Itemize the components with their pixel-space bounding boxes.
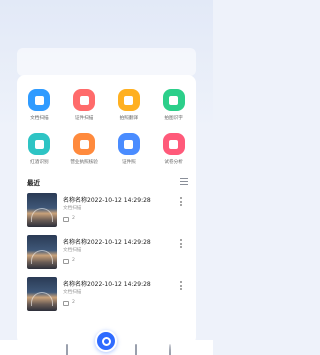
more-icon[interactable]	[180, 281, 182, 292]
tool-text-recognition[interactable]: 拍图识字	[151, 89, 196, 121]
folder-tab-icon[interactable]	[66, 344, 76, 355]
pages-icon	[63, 217, 69, 222]
recent-list: 名称名称2022-10-12 14:29:28 文档扫描 2 名称名称2022-…	[17, 191, 196, 317]
tool-label: 证件照	[121, 160, 136, 165]
tool-grid: 文档扫描 证件扫描 拍照翻译 拍图识字 红酒识别 营业执照核验 证件照 试卷分析	[17, 89, 196, 165]
page-count: 2	[72, 258, 75, 263]
tool-exam-analysis[interactable]: 试卷分析	[151, 133, 196, 165]
more-icon[interactable]	[180, 197, 182, 208]
tool-label: 证件扫描	[74, 116, 94, 121]
id-photo-icon	[117, 133, 140, 155]
document-scan-icon	[28, 89, 51, 111]
page-count: 2	[72, 300, 75, 305]
tool-label: 拍图识字	[164, 116, 183, 121]
text-recognition-icon	[162, 89, 185, 111]
page-count: 2	[72, 216, 75, 221]
document-name: 名称名称2022-10-12 14:29:28	[63, 197, 151, 204]
home-tab-icon[interactable]	[33, 345, 43, 355]
tool-label: 文档扫描	[30, 116, 49, 121]
recent-header: 最近	[27, 177, 188, 187]
document-name: 名称名称2022-10-12 14:29:28	[63, 239, 151, 246]
banner-card	[17, 48, 196, 76]
tool-label: 拍照翻译	[119, 116, 139, 121]
list-item[interactable]: 名称名称2022-10-12 14:29:28 文档扫描 2	[17, 233, 196, 275]
message-tab-icon[interactable]	[135, 344, 145, 355]
id-scan-icon	[73, 89, 96, 111]
list-item[interactable]: 名称名称2022-10-12 14:29:28 文档扫描 2	[17, 275, 196, 317]
tool-label: 试卷分析	[164, 160, 183, 165]
main-panel: 文档扫描 证件扫描 拍照翻译 拍图识字 红酒识别 营业执照核验 证件照 试卷分析…	[17, 75, 196, 345]
document-type: 文档扫描	[63, 248, 82, 253]
tool-id-scan[interactable]: 证件扫描	[62, 89, 107, 121]
tool-wine-recognition[interactable]: 红酒识别	[17, 133, 62, 165]
license-verify-icon	[73, 133, 96, 155]
tool-id-photo[interactable]: 证件照	[107, 133, 152, 165]
recent-title: 最近	[27, 179, 40, 187]
pages-icon	[63, 259, 69, 264]
camera-scan-button[interactable]	[95, 330, 117, 352]
exam-analysis-icon	[162, 133, 185, 155]
more-icon[interactable]	[180, 239, 182, 250]
tool-license-verify[interactable]: 营业执照核验	[62, 133, 107, 165]
document-type: 文档扫描	[63, 206, 82, 211]
photo-translate-icon	[117, 89, 140, 111]
camera-icon	[101, 336, 111, 346]
list-view-icon[interactable]	[180, 178, 188, 185]
document-type: 文档扫描	[63, 290, 82, 295]
document-name: 名称名称2022-10-12 14:29:28	[63, 281, 151, 288]
tool-label: 营业执照核验	[70, 160, 98, 165]
document-thumbnail	[27, 277, 57, 311]
profile-tab-icon[interactable]	[169, 344, 179, 355]
list-item[interactable]: 名称名称2022-10-12 14:29:28 文档扫描 2	[17, 191, 196, 233]
document-thumbnail	[27, 235, 57, 269]
wine-recognition-icon	[28, 133, 51, 155]
tool-photo-translate[interactable]: 拍照翻译	[107, 89, 152, 121]
tool-document-scan[interactable]: 文档扫描	[17, 89, 62, 121]
tool-label: 红酒识别	[30, 160, 49, 165]
pages-icon	[63, 301, 69, 306]
document-thumbnail	[27, 193, 57, 227]
